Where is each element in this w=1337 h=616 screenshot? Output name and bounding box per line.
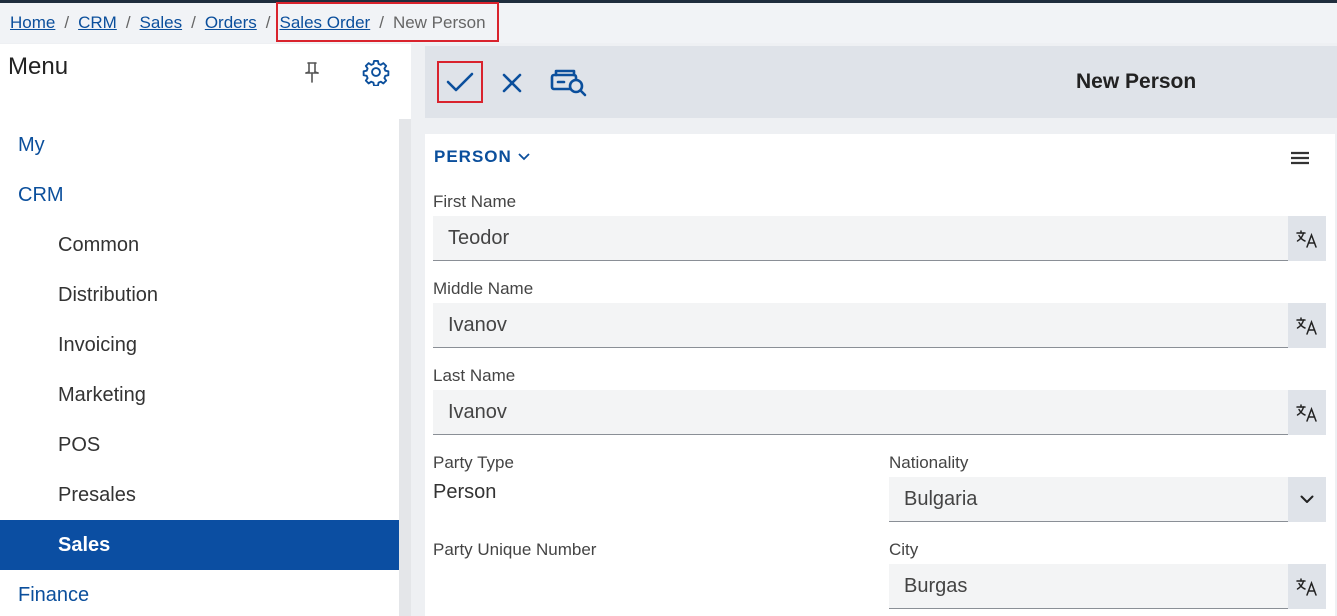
hamburger-menu-icon[interactable] [1289,148,1311,168]
middle-name-field[interactable]: Ivanov [433,303,1288,348]
nationality-select[interactable]: Bulgaria [889,477,1288,522]
translate-icon [1296,229,1317,248]
middle-name-translate-button[interactable] [1288,303,1326,348]
person-form: PERSON First Name Teodor Middle Name Iva… [425,134,1335,616]
city-label: City [889,540,919,559]
nationality-dropdown-button[interactable] [1288,477,1326,522]
sidebar-nav: My CRM Common Distribution Invoicing Mar… [0,120,399,616]
last-name-translate-button[interactable] [1288,390,1326,435]
breadcrumb: Home / CRM / Sales / Orders / Sales Orde… [0,3,1337,43]
breadcrumb-separator: / [125,13,131,32]
section-toggle-person[interactable]: PERSON [434,147,530,167]
page-title: New Person [1076,70,1197,93]
lookup-button[interactable] [549,64,589,100]
first-name-translate-button[interactable] [1288,216,1326,261]
party-type-value: Person [433,481,497,503]
section-title: PERSON [434,147,512,166]
sidebar-item-my[interactable]: My [0,120,399,170]
record-search-icon [550,69,587,97]
sidebar-item-marketing[interactable]: Marketing [0,370,399,420]
breadcrumb-crm[interactable]: CRM [78,13,117,33]
sidebar-item-invoicing[interactable]: Invoicing [0,320,399,370]
sidebar: Menu My CRM Common Distribution Invoicin… [0,44,411,616]
middle-name-label: Middle Name [433,279,534,298]
last-name-label: Last Name [433,366,516,385]
breadcrumb-highlight-box [276,2,499,42]
breadcrumb-separator: / [191,13,196,32]
save-button-highlight-box [437,61,483,103]
city-translate-button[interactable] [1288,564,1326,609]
last-name-field[interactable]: Ivanov [433,390,1288,435]
breadcrumb-home[interactable]: Home [10,13,55,33]
breadcrumb-separator: / [265,13,271,32]
party-type-label: Party Type [433,453,514,472]
sidebar-item-pos[interactable]: POS [0,420,399,470]
chevron-down-icon [1300,495,1314,503]
chevron-down-icon [518,153,530,161]
sidebar-item-distribution[interactable]: Distribution [0,270,399,320]
sidebar-item-presales[interactable]: Presales [0,470,399,520]
toolbar: New Person [425,46,1337,118]
menu-title: Menu [8,53,69,80]
translate-icon [1296,577,1317,596]
first-name-label: First Name [433,192,517,211]
first-name-field[interactable]: Teodor [433,216,1288,261]
sidebar-item-common[interactable]: Common [0,220,399,270]
sidebar-item-crm[interactable]: CRM [0,170,399,220]
translate-icon [1296,316,1317,335]
party-unique-number-label: Party Unique Number [433,540,597,559]
sidebar-item-finance[interactable]: Finance [0,570,399,616]
nationality-label: Nationality [889,453,969,472]
translate-icon [1296,403,1317,422]
pin-icon[interactable] [300,60,324,86]
breadcrumb-orders[interactable]: Orders [205,13,257,33]
cancel-button[interactable] [497,68,527,98]
city-field[interactable]: Burgas [889,564,1288,609]
sidebar-item-sales[interactable]: Sales [0,520,399,570]
gear-icon[interactable] [362,58,390,87]
sidebar-scrollbar[interactable] [399,119,411,616]
breadcrumb-sales[interactable]: Sales [140,13,183,33]
breadcrumb-separator: / [64,13,70,32]
close-icon [502,73,522,93]
